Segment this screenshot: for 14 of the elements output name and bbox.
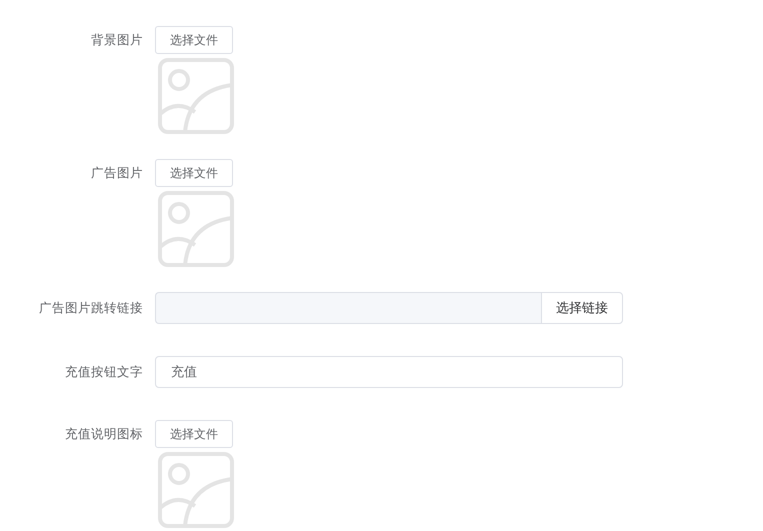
field-label: 充值说明图标 <box>64 425 143 443</box>
image-placeholder-icon <box>157 451 235 529</box>
field-label: 背景图片 <box>90 31 143 49</box>
choose-file-button[interactable]: 选择文件 <box>155 26 233 54</box>
image-placeholder-icon <box>157 190 235 268</box>
field-label: 广告图片跳转链接 <box>38 299 143 317</box>
choose-link-button[interactable]: 选择链接 <box>541 292 623 324</box>
text-input-field[interactable]: 充值 <box>155 356 623 388</box>
image-placeholder-icon <box>157 57 235 135</box>
field-label: 广告图片 <box>90 164 143 182</box>
choose-file-button[interactable]: 选择文件 <box>155 420 233 448</box>
link-input-field[interactable] <box>155 292 541 324</box>
field-label: 充值按钮文字 <box>64 363 143 381</box>
choose-file-button[interactable]: 选择文件 <box>155 159 233 187</box>
